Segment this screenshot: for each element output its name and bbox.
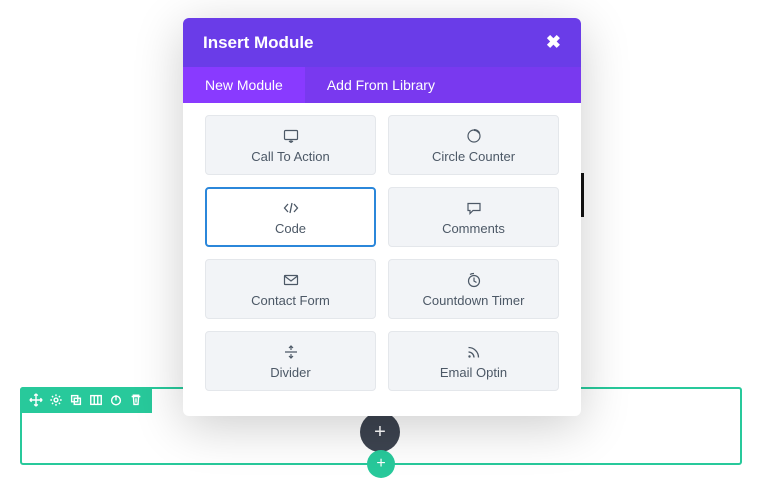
module-card-code[interactable]: Code (205, 187, 376, 247)
module-card-comments[interactable]: Comments (388, 187, 559, 247)
comments-icon (466, 199, 482, 217)
module-label: Comments (442, 221, 505, 236)
code-icon (283, 199, 299, 217)
module-card-countdown-timer[interactable]: Countdown Timer (388, 259, 559, 319)
plus-icon: + (374, 421, 386, 444)
module-label: Divider (270, 365, 310, 380)
power-icon[interactable] (106, 390, 126, 410)
cta-icon (283, 127, 299, 145)
duplicate-icon[interactable] (66, 390, 86, 410)
rss-icon (466, 343, 482, 361)
insert-module-modal: Insert Module ✖ New Module Add From Libr… (183, 18, 581, 416)
module-card-call-to-action[interactable]: Call To Action (205, 115, 376, 175)
module-label: Code (275, 221, 306, 236)
close-icon[interactable]: ✖ (546, 32, 561, 53)
module-card-divider[interactable]: Divider (205, 331, 376, 391)
modal-title: Insert Module (203, 33, 314, 53)
envelope-icon (283, 271, 299, 289)
circle-counter-icon (466, 127, 482, 145)
add-row-button-green[interactable]: + (367, 450, 395, 478)
module-label: Call To Action (251, 149, 330, 164)
countdown-icon (466, 271, 482, 289)
move-icon[interactable] (26, 390, 46, 410)
tab-new-module[interactable]: New Module (183, 67, 305, 103)
module-label: Contact Form (251, 293, 330, 308)
module-label: Countdown Timer (423, 293, 525, 308)
modal-header: Insert Module ✖ (183, 18, 581, 67)
modal-tabs: New Module Add From Library (183, 67, 581, 103)
gear-icon[interactable] (46, 390, 66, 410)
plus-icon: + (376, 455, 385, 473)
modal-body: Call To Action Circle Counter Code Comme… (183, 103, 581, 416)
module-label: Circle Counter (432, 149, 515, 164)
module-grid: Call To Action Circle Counter Code Comme… (205, 115, 559, 391)
module-card-contact-form[interactable]: Contact Form (205, 259, 376, 319)
module-card-circle-counter[interactable]: Circle Counter (388, 115, 559, 175)
section-toolbar (20, 387, 152, 413)
delete-icon[interactable] (126, 390, 146, 410)
tab-add-from-library[interactable]: Add From Library (305, 67, 457, 103)
add-module-button-dark[interactable]: + (360, 412, 400, 452)
module-card-email-optin[interactable]: Email Optin (388, 331, 559, 391)
module-label: Email Optin (440, 365, 507, 380)
divider-icon (283, 343, 299, 361)
columns-icon[interactable] (86, 390, 106, 410)
